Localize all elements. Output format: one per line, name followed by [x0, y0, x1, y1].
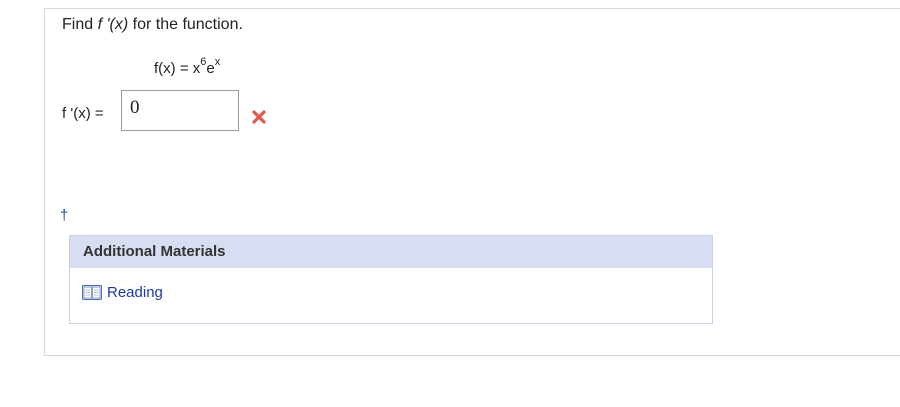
reading-link[interactable]: Reading: [82, 284, 163, 301]
function-base-2: e: [206, 60, 215, 77]
book-icon: [82, 285, 102, 300]
question-prefix: Find: [62, 16, 98, 33]
question-text: Find f '(x) for the function.: [62, 16, 243, 34]
function-exponent-2: x: [214, 56, 221, 68]
incorrect-icon: [252, 110, 266, 124]
answer-label: f '(x) =: [62, 105, 104, 122]
reading-link-label: Reading: [107, 284, 163, 301]
question-derivative: f '(x): [97, 16, 129, 33]
additional-materials-box: Additional Materials Reading: [69, 235, 713, 324]
question-suffix: for the function.: [128, 16, 243, 33]
answer-input[interactable]: 0: [121, 90, 239, 131]
function-expression: f(x) = x6ex: [154, 56, 221, 77]
function-exponent-1: 6: [200, 56, 207, 68]
function-lhs: f(x) = x: [154, 60, 201, 77]
footnote-dagger: †: [60, 207, 69, 224]
additional-materials-header: Additional Materials: [70, 236, 712, 268]
